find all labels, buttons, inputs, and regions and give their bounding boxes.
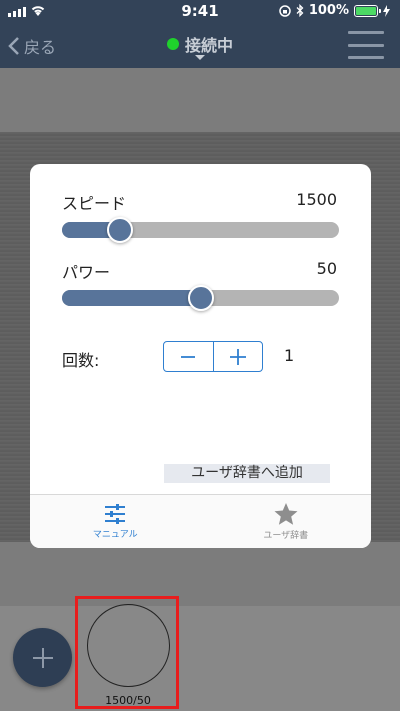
increment-button[interactable] xyxy=(212,342,263,371)
caret-down-icon xyxy=(195,55,205,60)
speed-label: スピード xyxy=(62,194,127,213)
sliders-icon xyxy=(105,504,126,524)
bluetooth-icon xyxy=(296,4,304,17)
tab-manual-label: マニュアル xyxy=(92,530,138,540)
tab-manual[interactable]: マニュアル xyxy=(30,495,201,548)
tab-user-dictionary-label: ユーザ辞書 xyxy=(263,531,309,541)
plus-icon xyxy=(229,348,246,365)
decrement-button[interactable] xyxy=(164,342,213,371)
connection-status-icon xyxy=(166,38,179,50)
count-label: 回数: xyxy=(62,351,100,370)
hamburger-menu-icon[interactable] xyxy=(348,31,384,59)
background-area xyxy=(0,68,400,132)
battery-percent: 100% xyxy=(308,3,349,18)
speed-slider-thumb[interactable] xyxy=(107,217,133,243)
count-value: 1 xyxy=(284,346,295,365)
rotation-lock-icon xyxy=(279,4,291,17)
minus-icon xyxy=(181,355,196,358)
settings-modal: スピード 1500 パワー 50 回数: 1 ユーザ辞書へ追加 マニュアル ユー… xyxy=(30,164,371,548)
background-area-lower xyxy=(0,542,400,606)
speed-slider[interactable] xyxy=(62,217,339,243)
power-label: パワー xyxy=(62,263,111,282)
modal-tab-bar: マニュアル ユーザ辞書 xyxy=(30,494,371,548)
power-value: 50 xyxy=(316,259,337,278)
plus-icon xyxy=(32,647,53,668)
navigation-bar: 戻る 接続中 xyxy=(0,22,400,68)
power-slider-fill xyxy=(62,290,201,306)
count-stepper xyxy=(163,341,263,372)
power-slider[interactable] xyxy=(62,285,339,311)
nav-title-label: 接続中 xyxy=(184,36,233,55)
tab-user-dictionary[interactable]: ユーザ辞書 xyxy=(201,495,372,548)
star-icon xyxy=(274,503,298,525)
status-bar: 9:41 100% xyxy=(0,0,400,22)
charging-icon xyxy=(383,4,390,17)
power-slider-thumb[interactable] xyxy=(188,285,214,311)
battery-icon xyxy=(354,4,381,17)
highlight-box xyxy=(75,596,179,709)
add-to-user-dictionary-button[interactable]: ユーザ辞書へ追加 xyxy=(164,464,330,483)
add-preset-button[interactable] xyxy=(13,628,72,687)
speed-value: 1500 xyxy=(296,190,337,209)
connection-status-title[interactable]: 接続中 xyxy=(0,32,400,56)
